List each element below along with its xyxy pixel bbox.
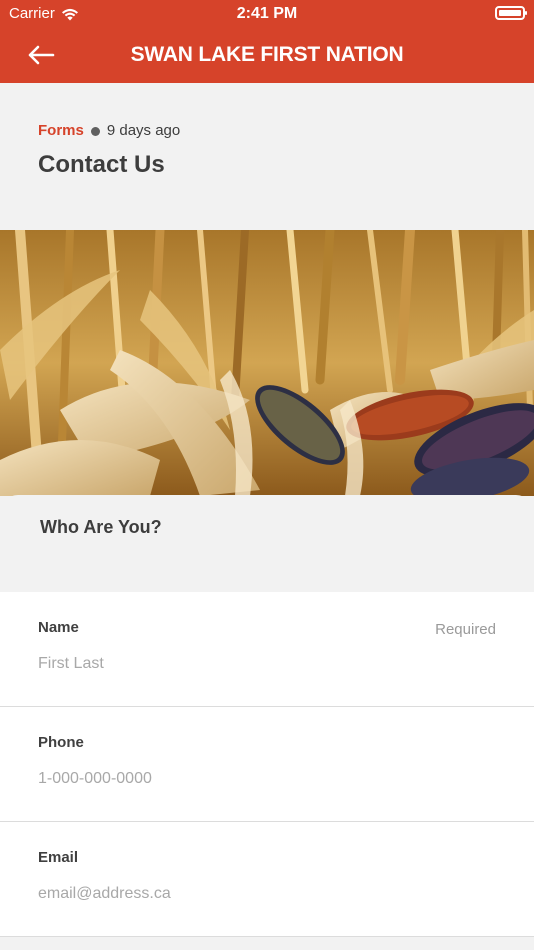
section-title: Who Are You?: [40, 517, 162, 537]
page-title: Contact Us: [38, 151, 165, 178]
status-bar: Carrier 2:41 PM: [0, 0, 534, 28]
field-label-name: Name: [38, 619, 79, 636]
separator-dot-icon: [90, 126, 100, 136]
email-field: Email: [0, 822, 534, 937]
phone-field: Phone: [0, 707, 534, 822]
app-title: SWAN LAKE FIRST NATION: [130, 43, 404, 66]
navigation-bar: SWAN LAKE FIRST NATION: [0, 28, 534, 83]
battery-icon: [495, 6, 527, 20]
category-link[interactable]: Forms: [38, 122, 84, 140]
status-time: 2:41 PM: [236, 5, 298, 22]
required-indicator: Required: [435, 621, 496, 638]
field-label-phone: Phone: [38, 734, 84, 751]
app-header: Carrier 2:41 PM SWAN LAKE FIRST NATION: [0, 0, 534, 83]
hero-image: [0, 230, 534, 496]
bottom-divider: [0, 940, 534, 950]
email-input[interactable]: [38, 880, 496, 908]
field-label-email: Email: [38, 849, 79, 866]
phone-input[interactable]: [38, 765, 496, 793]
name-field: Name Required: [0, 592, 534, 707]
name-input[interactable]: [38, 650, 496, 678]
post-date: 9 days ago: [106, 122, 181, 139]
post-meta: Forms 9 days ago: [38, 122, 180, 140]
form-section-header: Who Are You?: [0, 495, 534, 592]
